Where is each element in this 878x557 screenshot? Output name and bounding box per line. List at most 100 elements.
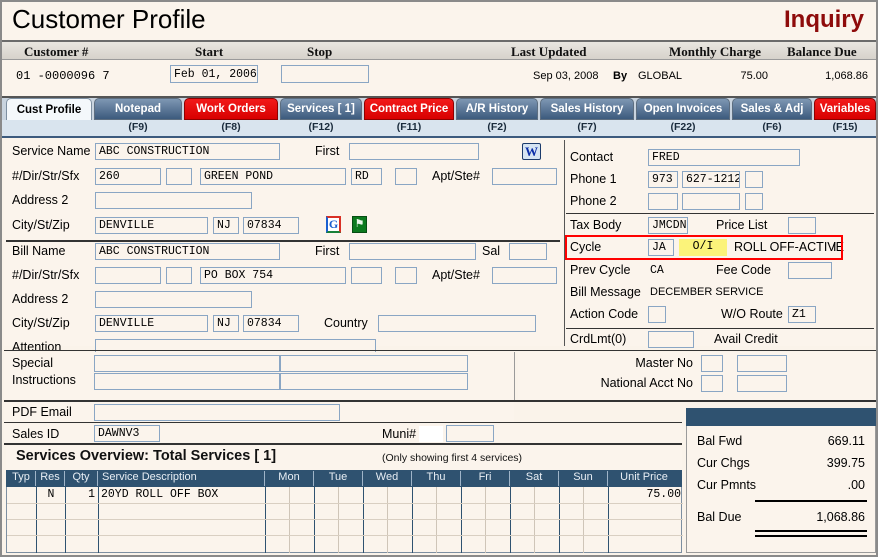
service-city-field[interactable]: DENVILLE [95, 217, 208, 234]
action-code-field[interactable] [648, 306, 666, 323]
services-table-header: Typ Res Qty Service Description Mon Tue … [6, 470, 682, 487]
phone2-area-field[interactable] [648, 193, 678, 210]
lower-divider-2 [4, 422, 682, 423]
avail-credit-label: Avail Credit [714, 332, 778, 346]
service-first-field[interactable] [349, 143, 479, 160]
header-label-customer-no: Customer # [24, 44, 89, 59]
bill-name-field[interactable]: ABC CONSTRUCTION [95, 243, 280, 260]
bill-street-field[interactable]: PO BOX 754 [200, 267, 346, 284]
special-instructions-field-1a[interactable] [94, 355, 280, 372]
phone2-number-field[interactable] [682, 193, 740, 210]
phone2-ext-field[interactable] [745, 193, 763, 210]
bill-address2-field[interactable] [95, 291, 252, 308]
tab-notepad[interactable]: Notepad [94, 98, 182, 120]
phone1-area-field[interactable]: 973 [648, 171, 678, 188]
crdlmt-field[interactable] [648, 331, 694, 348]
fkey-ar-history: (F2) [487, 121, 507, 133]
service-suffix-field[interactable]: RD [351, 168, 382, 185]
phone1-ext-field[interactable] [745, 171, 763, 188]
stop-date-field[interactable] [281, 65, 369, 83]
muni-prefix-field[interactable] [419, 426, 443, 442]
sales-id-field[interactable]: DAWNV3 [94, 425, 160, 442]
special-instructions-pane: Special Instructions [4, 352, 514, 404]
google-maps-icon[interactable]: G [326, 216, 341, 233]
bill-house-number-field[interactable] [95, 267, 161, 284]
bill-sal-label: Sal [482, 244, 501, 258]
services-overview-note: (Only showing first 4 services) [382, 452, 523, 464]
cycle-field[interactable]: JA [648, 239, 674, 256]
tab-open-invoices[interactable]: Open Invoices [636, 98, 730, 120]
service-address2-field[interactable] [95, 192, 252, 209]
tab-variables[interactable]: Variables [814, 98, 876, 120]
tab-work-orders[interactable]: Work Orders [184, 98, 278, 120]
tab-cust-profile[interactable]: Cust Profile [6, 98, 92, 122]
map-pin-icon[interactable]: ⚑ [352, 216, 367, 233]
bill-apt-field[interactable] [492, 267, 557, 284]
last-updated-by-user: GLOBAL [638, 70, 683, 82]
col-service-description: Service Description [102, 471, 197, 483]
bill-first-label: First [315, 244, 340, 258]
start-date-field[interactable]: Feb 01, 2006 [170, 65, 258, 83]
bill-suffix-field[interactable] [351, 267, 382, 284]
bill-sal-field[interactable] [509, 243, 547, 260]
wo-route-field[interactable]: Z1 [788, 306, 816, 323]
bill-city-field[interactable]: DENVILLE [95, 315, 208, 332]
prev-cycle-label: Prev Cycle [570, 263, 631, 277]
table-row[interactable]: N [39, 488, 63, 501]
bill-direction-field[interactable] [166, 267, 192, 284]
tab-services[interactable]: Services [ 1] [280, 98, 362, 120]
service-zip-field[interactable]: 07834 [243, 217, 299, 234]
mode-indicator: Inquiry [783, 6, 864, 33]
bill-apt-label: Apt/Ste# [432, 268, 480, 282]
table-row[interactable]: 1 [68, 488, 95, 501]
service-state-field[interactable]: NJ [213, 217, 239, 234]
service-house-number-field[interactable]: 260 [95, 168, 161, 185]
contact-field[interactable]: FRED [648, 149, 800, 166]
bill-first-field[interactable] [349, 243, 476, 260]
phone2-label: Phone 2 [570, 194, 617, 208]
tab-ar-history[interactable]: A/R History [456, 98, 538, 120]
cycle-indicator: I [833, 240, 837, 254]
service-name-field[interactable]: ABC CONSTRUCTION [95, 143, 280, 160]
price-list-label: Price List [716, 218, 768, 232]
tab-contract-price[interactable]: Contract Price [364, 98, 454, 120]
service-apt-field[interactable] [492, 168, 557, 185]
master-no-prefix-field[interactable] [701, 355, 723, 372]
col-sun: Sun [573, 471, 593, 483]
price-list-field[interactable] [788, 217, 816, 234]
pdf-email-field[interactable] [94, 404, 340, 421]
table-row[interactable]: 20YD ROLL OFF BOX [101, 488, 218, 501]
tab-sales-history[interactable]: Sales History [540, 98, 634, 120]
master-no-field[interactable] [737, 355, 787, 372]
service-post-direction-field[interactable] [395, 168, 417, 185]
tab-sales-adj[interactable]: Sales & Adj [732, 98, 812, 120]
col-thu: Thu [426, 471, 446, 483]
special-instructions-field-2b[interactable] [280, 373, 468, 390]
cycle-flag-badge: O/I [679, 239, 727, 256]
service-street-field[interactable]: GREEN POND [200, 168, 346, 185]
bill-country-label: Country [324, 316, 368, 330]
national-acct-field[interactable] [737, 375, 787, 392]
national-acct-prefix-field[interactable] [701, 375, 723, 392]
bill-post-direction-field[interactable] [395, 267, 417, 284]
bill-country-field[interactable] [378, 315, 536, 332]
master-no-label: Master No [635, 356, 693, 370]
bill-state-field[interactable]: NJ [213, 315, 239, 332]
phone1-number-field[interactable]: 627-1212 [682, 171, 740, 188]
bill-zip-field[interactable]: 07834 [243, 315, 299, 332]
muni-field[interactable] [446, 425, 494, 442]
pdf-email-pane: PDF Email [4, 402, 514, 422]
special-instructions-field-1b[interactable] [280, 355, 468, 372]
service-direction-field[interactable] [166, 168, 192, 185]
tax-body-field[interactable]: JMCDN [648, 217, 688, 234]
balance-rule-bottom-1 [755, 530, 867, 532]
word-icon[interactable]: W [522, 143, 541, 160]
form-bottom-divider [4, 350, 876, 351]
special-instructions-label-line2: Instructions [12, 373, 76, 387]
fkey-sales-adj: (F6) [762, 121, 782, 133]
col-typ: Typ [12, 471, 30, 483]
national-acct-label: National Acct No [600, 376, 693, 390]
special-instructions-field-2a[interactable] [94, 373, 280, 390]
table-row[interactable]: 75.00 [609, 488, 681, 501]
fee-code-field[interactable] [788, 262, 832, 279]
